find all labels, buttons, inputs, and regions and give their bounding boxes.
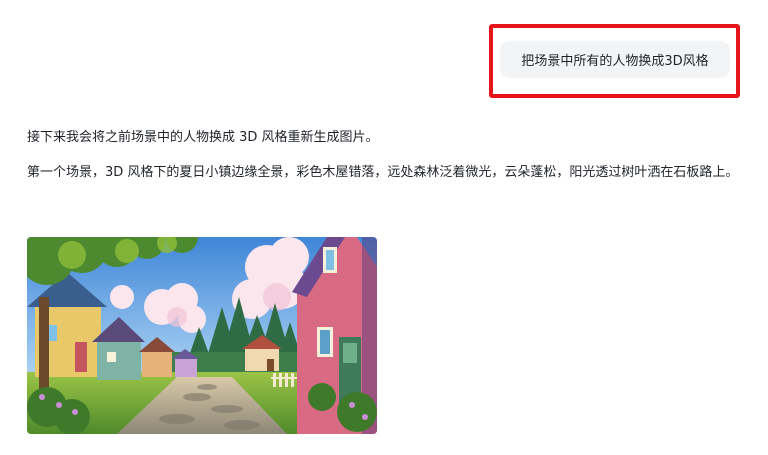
assistant-message: 接下来我会将之前场景中的人物换成 3D 风格重新生成图片。 第一个场景，3D 风… bbox=[27, 126, 739, 185]
user-message-text: 把场景中所有的人物换成3D风格 bbox=[521, 54, 709, 69]
assistant-paragraph-1: 接下来我会将之前场景中的人物换成 3D 风格重新生成图片。 bbox=[27, 130, 379, 145]
assistant-paragraph-2: 第一个场景，3D 风格下的夏日小镇边缘全景，彩色木屋错落，远处森林泛着微光，云朵… bbox=[27, 165, 739, 180]
chat-view: 把场景中所有的人物换成3D风格 接下来我会将之前场景中的人物换成 3D 风格重新… bbox=[0, 0, 768, 455]
generated-scene-image[interactable] bbox=[27, 237, 377, 434]
user-message-bubble: 把场景中所有的人物换成3D风格 bbox=[500, 41, 730, 78]
village-scene-illustration bbox=[27, 237, 377, 434]
